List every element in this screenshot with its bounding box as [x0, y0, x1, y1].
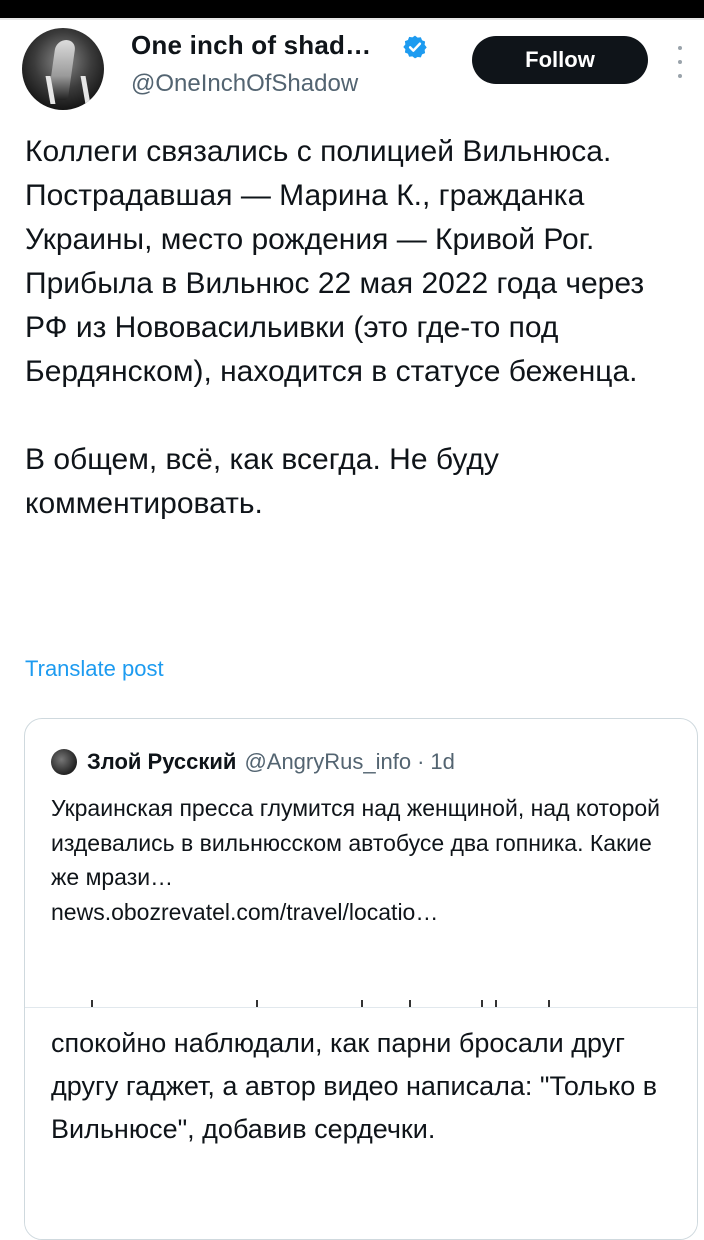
quoted-author-handle: @AngryRus_info — [244, 749, 412, 774]
more-dot — [678, 60, 682, 64]
quoted-post-link[interactable]: news.obozrevatel.com/travel/locatio… — [51, 895, 681, 930]
follow-button[interactable]: Follow — [472, 36, 648, 84]
status-bar — [0, 0, 704, 18]
quoted-author-avatar — [51, 749, 77, 775]
quoted-post-text: Украинская пресса глумится над женщиной,… — [51, 791, 681, 929]
post-paragraph: Коллеги связались с полицией Вильнюса. П… — [25, 135, 645, 388]
quoted-article-preview[interactable]: спокойно наблюдали, как парни бросали др… — [25, 1000, 697, 1239]
post-paragraph: В общем, всё, как всегда. Не буду коммен… — [25, 443, 499, 520]
more-dot — [678, 74, 682, 78]
quoted-post-time: 1d — [430, 749, 455, 774]
author-display-name[interactable]: One inch of shad… — [131, 30, 371, 61]
author-avatar[interactable] — [22, 28, 104, 110]
more-dot — [678, 46, 682, 50]
avatar-figure-legs — [45, 76, 91, 104]
cropped-text-remnant — [51, 1000, 551, 1008]
divider — [0, 18, 704, 20]
author-handle[interactable]: @OneInchOfShadow — [131, 70, 358, 98]
quoted-post-body: Украинская пресса глумится над женщиной,… — [51, 795, 661, 890]
article-preview-text: спокойно наблюдали, как парни бросали др… — [51, 1028, 658, 1144]
quoted-post-card[interactable]: Злой Русский @AngryRus_info · 1d Украинс… — [24, 718, 698, 1240]
quoted-author-name: Злой Русский — [87, 749, 237, 774]
translate-post-link[interactable]: Translate post — [25, 656, 164, 682]
quoted-separator: · — [417, 749, 425, 774]
more-vertical-icon[interactable] — [676, 46, 684, 78]
quoted-post-header: Злой Русский @AngryRus_info · 1d — [51, 749, 455, 775]
verified-badge-icon — [403, 35, 427, 59]
post-body: Коллеги связались с полицией Вильнюса. П… — [25, 130, 685, 526]
